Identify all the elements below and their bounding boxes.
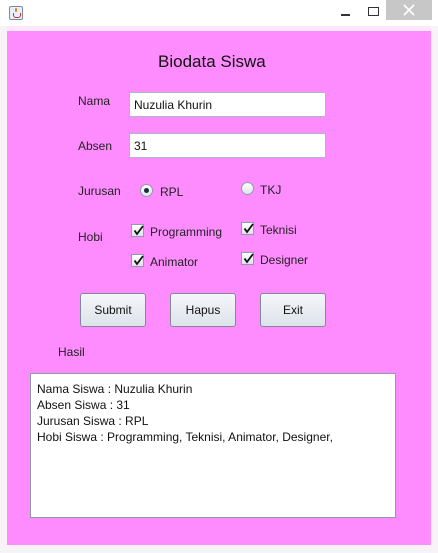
- absen-label: Absen: [78, 139, 113, 153]
- frame-border-bottom: [0, 545, 438, 553]
- checkbox-designer[interactable]: [241, 252, 254, 265]
- result-textarea[interactable]: Nama Siswa : Nuzulia Khurin Absen Siswa …: [30, 373, 396, 518]
- result-line: Hobi Siswa : Programming, Teknisi, Anima…: [37, 430, 333, 444]
- hasil-label: Hasil: [58, 345, 85, 359]
- check-icon: [243, 253, 254, 264]
- radio-rpl[interactable]: [140, 184, 153, 197]
- hobi-label: Hobi: [78, 230, 103, 244]
- checkbox-programming[interactable]: [131, 224, 144, 237]
- jurusan-label: Jurusan: [78, 184, 121, 198]
- checkbox-designer-label[interactable]: Designer: [260, 253, 308, 267]
- result-line: Jurusan Siswa : RPL: [37, 414, 149, 428]
- maximize-icon: [367, 6, 379, 16]
- exit-button[interactable]: Exit: [260, 293, 326, 327]
- checkbox-programming-label[interactable]: Programming: [150, 225, 222, 239]
- radio-rpl-label[interactable]: RPL: [160, 185, 183, 199]
- checkbox-animator[interactable]: [131, 254, 144, 267]
- close-button[interactable]: [386, 0, 432, 20]
- submit-button[interactable]: Submit: [80, 293, 146, 327]
- frame-border-left: [0, 26, 7, 553]
- checkbox-teknisi-label[interactable]: Teknisi: [260, 223, 297, 237]
- radio-tkj-label[interactable]: TKJ: [260, 183, 281, 197]
- nama-field[interactable]: Nuzulia Khurin: [129, 92, 326, 117]
- check-icon: [133, 225, 144, 236]
- nama-label: Nama: [78, 94, 111, 108]
- close-icon: [403, 4, 415, 16]
- title-bar[interactable]: [0, 0, 438, 26]
- form-title: Biodata Siswa: [158, 52, 266, 71]
- java-icon: [9, 6, 23, 20]
- result-line: Nama Siswa : Nuzulia Khurin: [37, 382, 193, 396]
- minimize-icon: [340, 14, 350, 16]
- check-icon: [133, 255, 144, 266]
- check-icon: [243, 223, 254, 234]
- minimize-button[interactable]: [332, 0, 358, 22]
- checkbox-teknisi[interactable]: [241, 222, 254, 235]
- hapus-button[interactable]: Hapus: [170, 293, 236, 327]
- absen-field[interactable]: 31: [129, 133, 326, 158]
- radio-tkj[interactable]: [241, 182, 254, 195]
- checkbox-animator-label[interactable]: Animator: [150, 255, 198, 269]
- result-line: Absen Siswa : 31: [37, 398, 130, 412]
- maximize-button[interactable]: [360, 0, 386, 22]
- radio-selected-indicator: [144, 188, 149, 193]
- frame-border-right: [431, 26, 438, 553]
